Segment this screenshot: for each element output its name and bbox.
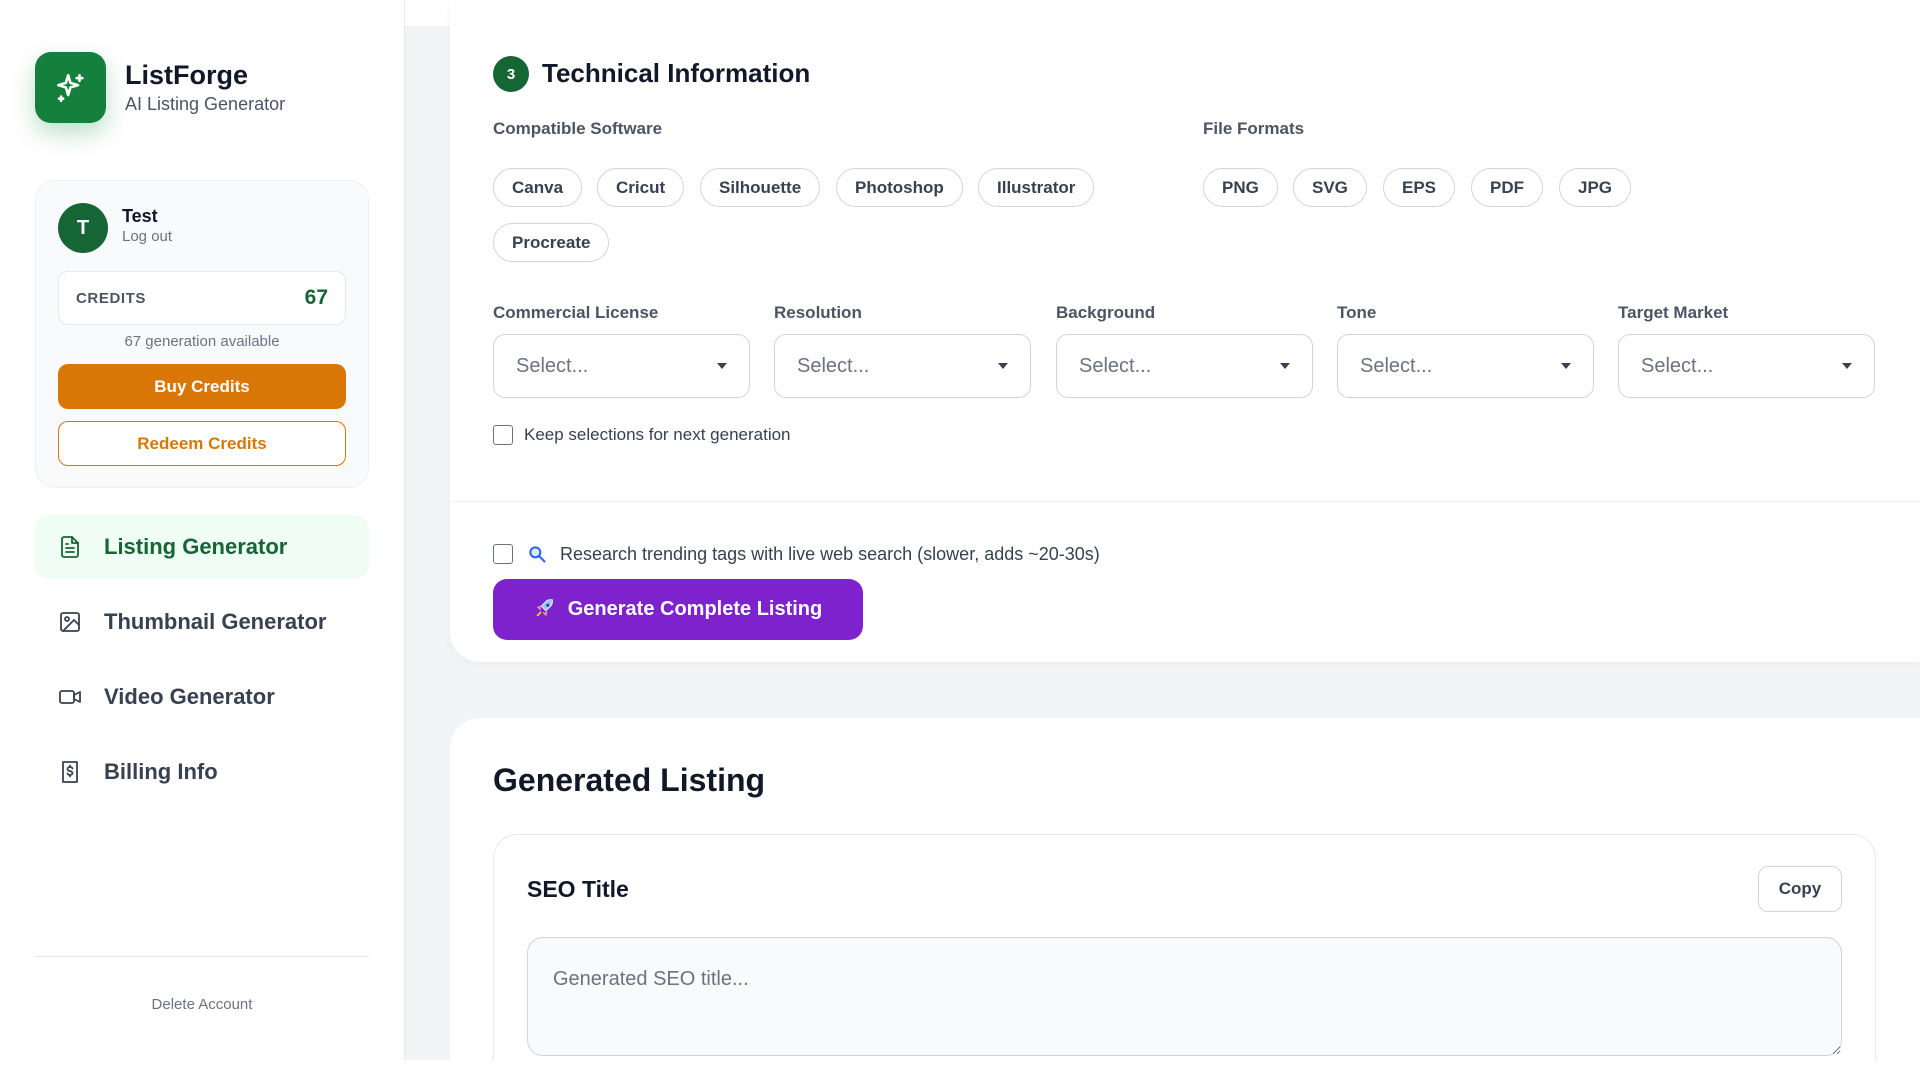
compatible-software-label: Compatible Software — [493, 119, 663, 138]
logout-link[interactable]: Log out — [122, 228, 172, 245]
sidebar-item-label: Video Generator — [104, 684, 275, 709]
delete-account-link[interactable]: Delete Account — [35, 996, 369, 1013]
chip-canva[interactable]: Canva — [493, 168, 583, 207]
select-value: Select... — [797, 354, 870, 377]
keep-selections-label: Keep selections for next generation — [524, 425, 791, 444]
chip-eps[interactable]: EPS — [1383, 168, 1456, 207]
generated-listing-title: Generated Listing — [493, 762, 766, 798]
chip-jpg[interactable]: JPG — [1559, 168, 1632, 207]
rocket-icon — [534, 597, 556, 622]
video-icon — [57, 684, 83, 710]
buy-credits-button[interactable]: Buy Credits — [58, 364, 346, 409]
credits-value: 67 — [304, 286, 328, 309]
chip-photoshop[interactable]: Photoshop — [836, 168, 963, 207]
sidebar-item-billing-info[interactable]: Billing Info — [35, 740, 369, 804]
resolution-label: Resolution — [774, 303, 862, 322]
chevron-down-icon — [1561, 363, 1571, 369]
background-label: Background — [1056, 303, 1156, 322]
chip-pdf[interactable]: PDF — [1471, 168, 1543, 207]
redeem-credits-button[interactable]: Redeem Credits — [58, 421, 346, 466]
chevron-down-icon — [998, 363, 1008, 369]
research-tags-checkbox[interactable] — [493, 544, 513, 564]
copy-button[interactable]: Copy — [1758, 866, 1842, 912]
chip-svg[interactable]: SVG — [1293, 168, 1367, 207]
keep-selections-checkbox[interactable] — [493, 425, 513, 445]
credits-label: CREDITS — [76, 289, 147, 307]
file-formats-label: File Formats — [1203, 119, 1305, 138]
sidebar-item-label: Thumbnail Generator — [104, 609, 327, 634]
chip-cricut[interactable]: Cricut — [597, 168, 685, 207]
receipt-dollar-icon — [57, 759, 83, 785]
user-card: T Test Log out CREDITS 67 67 generation … — [35, 180, 369, 488]
sidebar-item-thumbnail-generator[interactable]: Thumbnail Generator — [35, 590, 369, 654]
select-value: Select... — [1360, 354, 1433, 377]
sparkles-icon — [35, 52, 106, 123]
select-value: Select... — [1079, 354, 1152, 377]
bottom-edge — [0, 1060, 1920, 1080]
target-market-select[interactable]: Select... — [1618, 334, 1875, 398]
chip-procreate[interactable]: Procreate — [493, 223, 610, 262]
brand-name: ListForge — [125, 60, 249, 90]
section-divider — [450, 501, 1920, 502]
seo-title-textarea[interactable] — [527, 937, 1842, 1056]
seo-title-heading: SEO Title — [527, 876, 629, 902]
background-select[interactable]: Select... — [1056, 334, 1313, 398]
search-icon — [527, 544, 547, 564]
chip-illustrator[interactable]: Illustrator — [978, 168, 1095, 207]
credits-box: CREDITS 67 — [58, 271, 346, 325]
chip-silhouette[interactable]: Silhouette — [700, 168, 821, 207]
step-badge: 3 — [493, 56, 529, 92]
avatar: T — [58, 203, 108, 253]
generate-listing-button[interactable]: Generate Complete Listing — [493, 579, 863, 640]
sidebar-item-video-generator[interactable]: Video Generator — [35, 665, 369, 729]
image-icon — [57, 609, 83, 635]
chevron-down-icon — [717, 363, 727, 369]
tone-label: Tone — [1337, 303, 1377, 322]
research-tags-label: Research trending tags with live web sea… — [560, 544, 1100, 564]
sidebar-item-listing-generator[interactable]: Listing Generator — [35, 515, 369, 579]
sidebar-item-label: Listing Generator — [104, 534, 288, 559]
chevron-down-icon — [1280, 363, 1290, 369]
user-name: Test — [122, 206, 158, 226]
chip-png[interactable]: PNG — [1203, 168, 1278, 207]
commercial-license-select[interactable]: Select... — [493, 334, 750, 398]
sidebar-divider — [35, 956, 369, 957]
section-title: Technical Information — [542, 58, 811, 88]
sidebar: ListForge AI Listing Generator T Test Lo… — [0, 0, 405, 1080]
brand-subtitle: AI Listing Generator — [125, 94, 286, 114]
select-value: Select... — [1641, 354, 1714, 377]
generate-button-label: Generate Complete Listing — [567, 598, 823, 620]
sidebar-item-label: Billing Info — [104, 759, 218, 784]
chevron-down-icon — [1842, 363, 1852, 369]
file-text-icon — [57, 534, 83, 560]
resolution-select[interactable]: Select... — [774, 334, 1031, 398]
tone-select[interactable]: Select... — [1337, 334, 1594, 398]
commercial-license-label: Commercial License — [493, 303, 659, 322]
select-value: Select... — [516, 354, 589, 377]
sidebar-nav: Listing Generator Thumbnail Generator Vi… — [35, 515, 369, 815]
brand: ListForge AI Listing Generator — [35, 52, 285, 123]
credits-available-text: 67 generation available — [124, 333, 280, 350]
target-market-label: Target Market — [1618, 303, 1729, 322]
